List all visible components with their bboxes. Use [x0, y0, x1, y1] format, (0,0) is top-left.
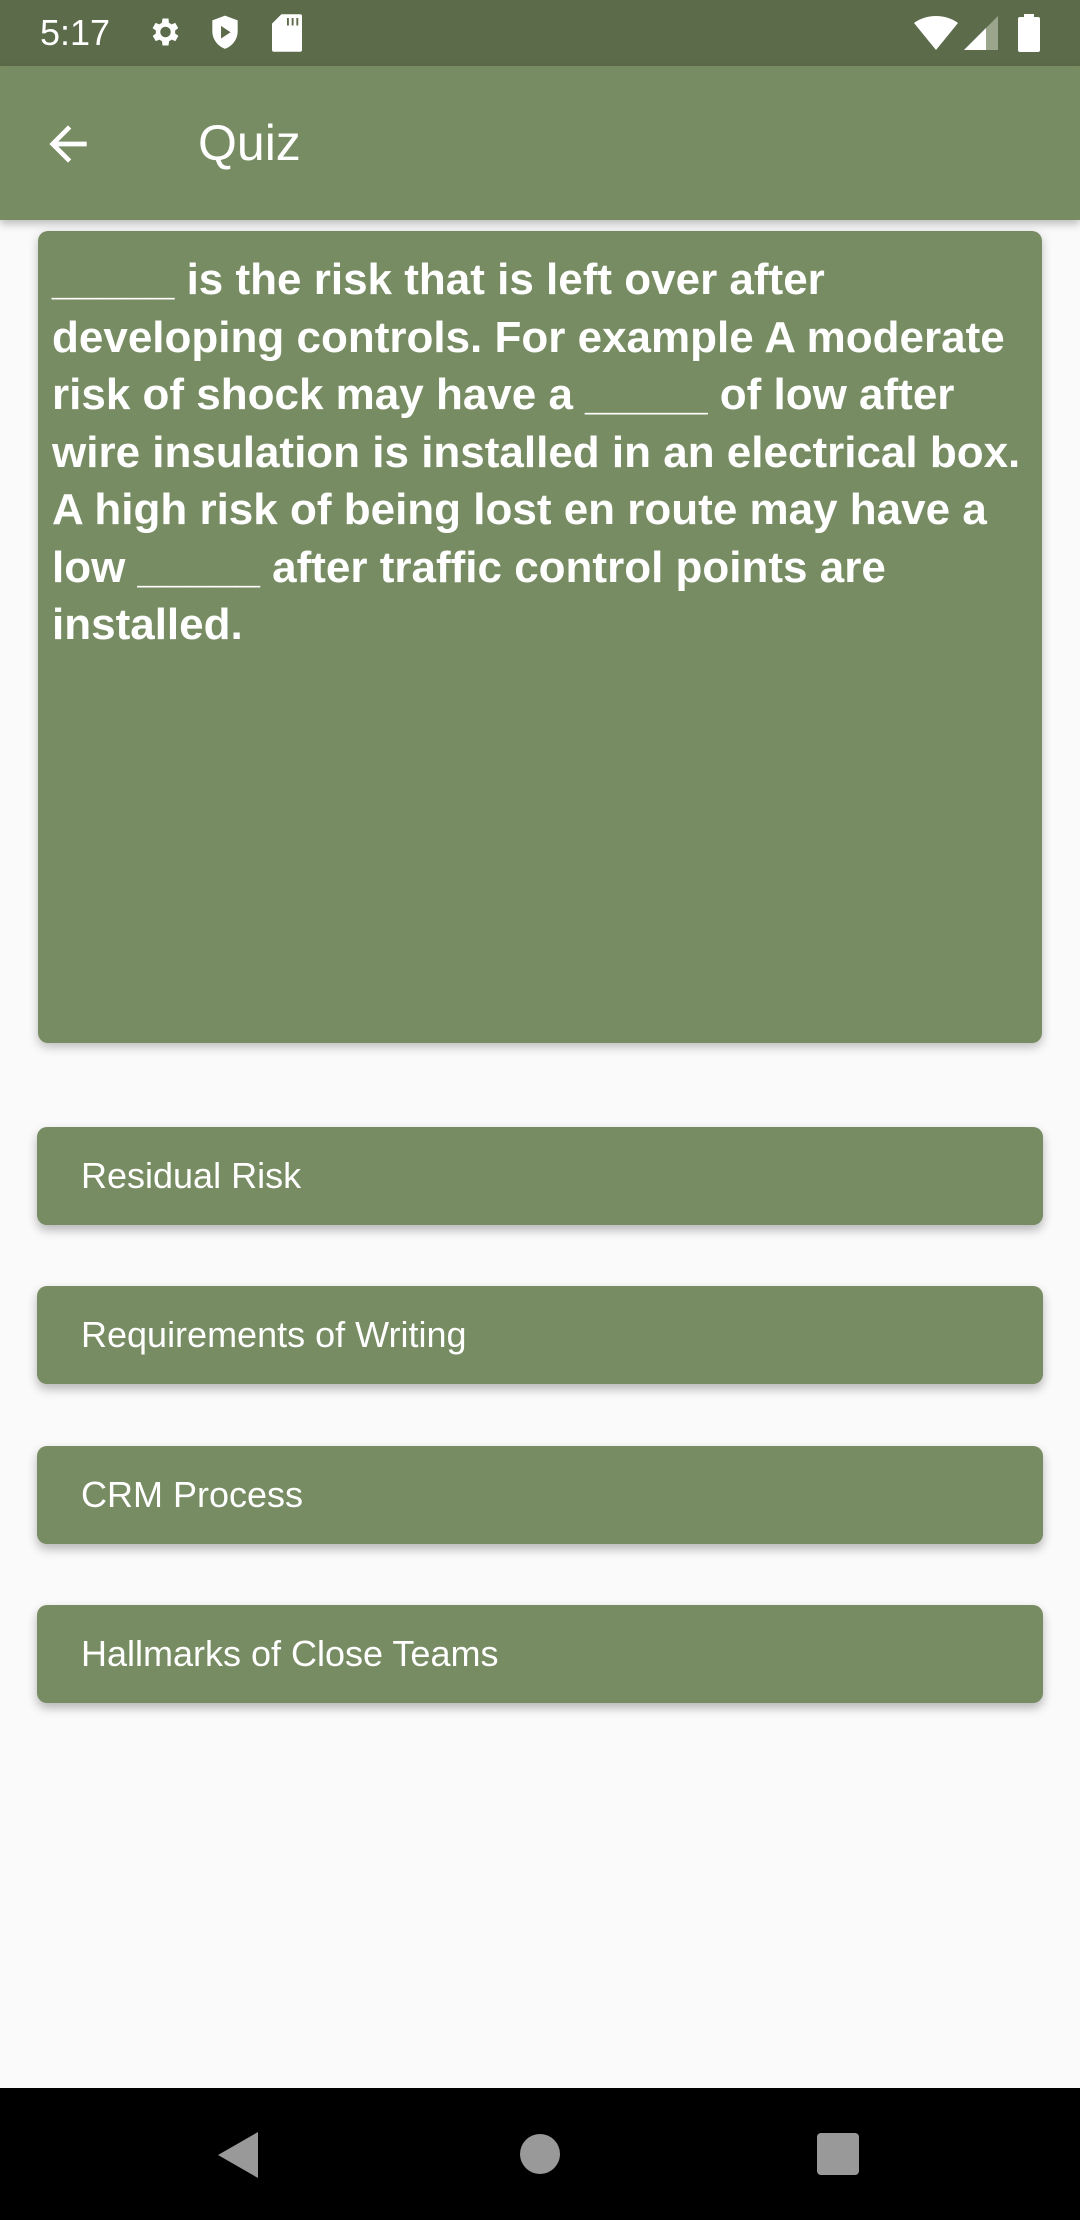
gear-icon [146, 14, 182, 55]
page-title: Quiz [198, 115, 301, 171]
battery-icon [1018, 14, 1040, 57]
answer-label: CRM Process [81, 1474, 304, 1515]
answer-option[interactable]: Hallmarks of Close Teams [37, 1605, 1043, 1703]
answer-label: Residual Risk [81, 1155, 302, 1196]
shield-play-icon [208, 14, 242, 57]
wifi-icon [914, 16, 958, 55]
answer-label: Requirements of Writing [81, 1314, 467, 1355]
question-text: _____ is the risk that is left over afte… [52, 255, 1021, 649]
signal-icon [964, 16, 998, 55]
status-bar: 5:17 [0, 0, 1080, 66]
answer-label: Hallmarks of Close Teams [81, 1633, 499, 1674]
answer-option[interactable]: CRM Process [37, 1446, 1043, 1544]
home-circle-icon[interactable] [520, 2134, 560, 2179]
status-time: 5:17 [40, 12, 111, 53]
back-triangle-icon[interactable] [218, 2132, 260, 2183]
answer-option[interactable]: Requirements of Writing [37, 1286, 1043, 1384]
arrow-left-icon[interactable] [40, 116, 96, 172]
sd-card-icon [272, 14, 302, 57]
app-bar: Quiz [0, 66, 1080, 220]
recents-square-icon[interactable] [817, 2133, 859, 2180]
navigation-bar [0, 2088, 1080, 2220]
question-card: _____ is the risk that is left over afte… [38, 231, 1042, 1043]
answer-option[interactable]: Residual Risk [37, 1127, 1043, 1225]
